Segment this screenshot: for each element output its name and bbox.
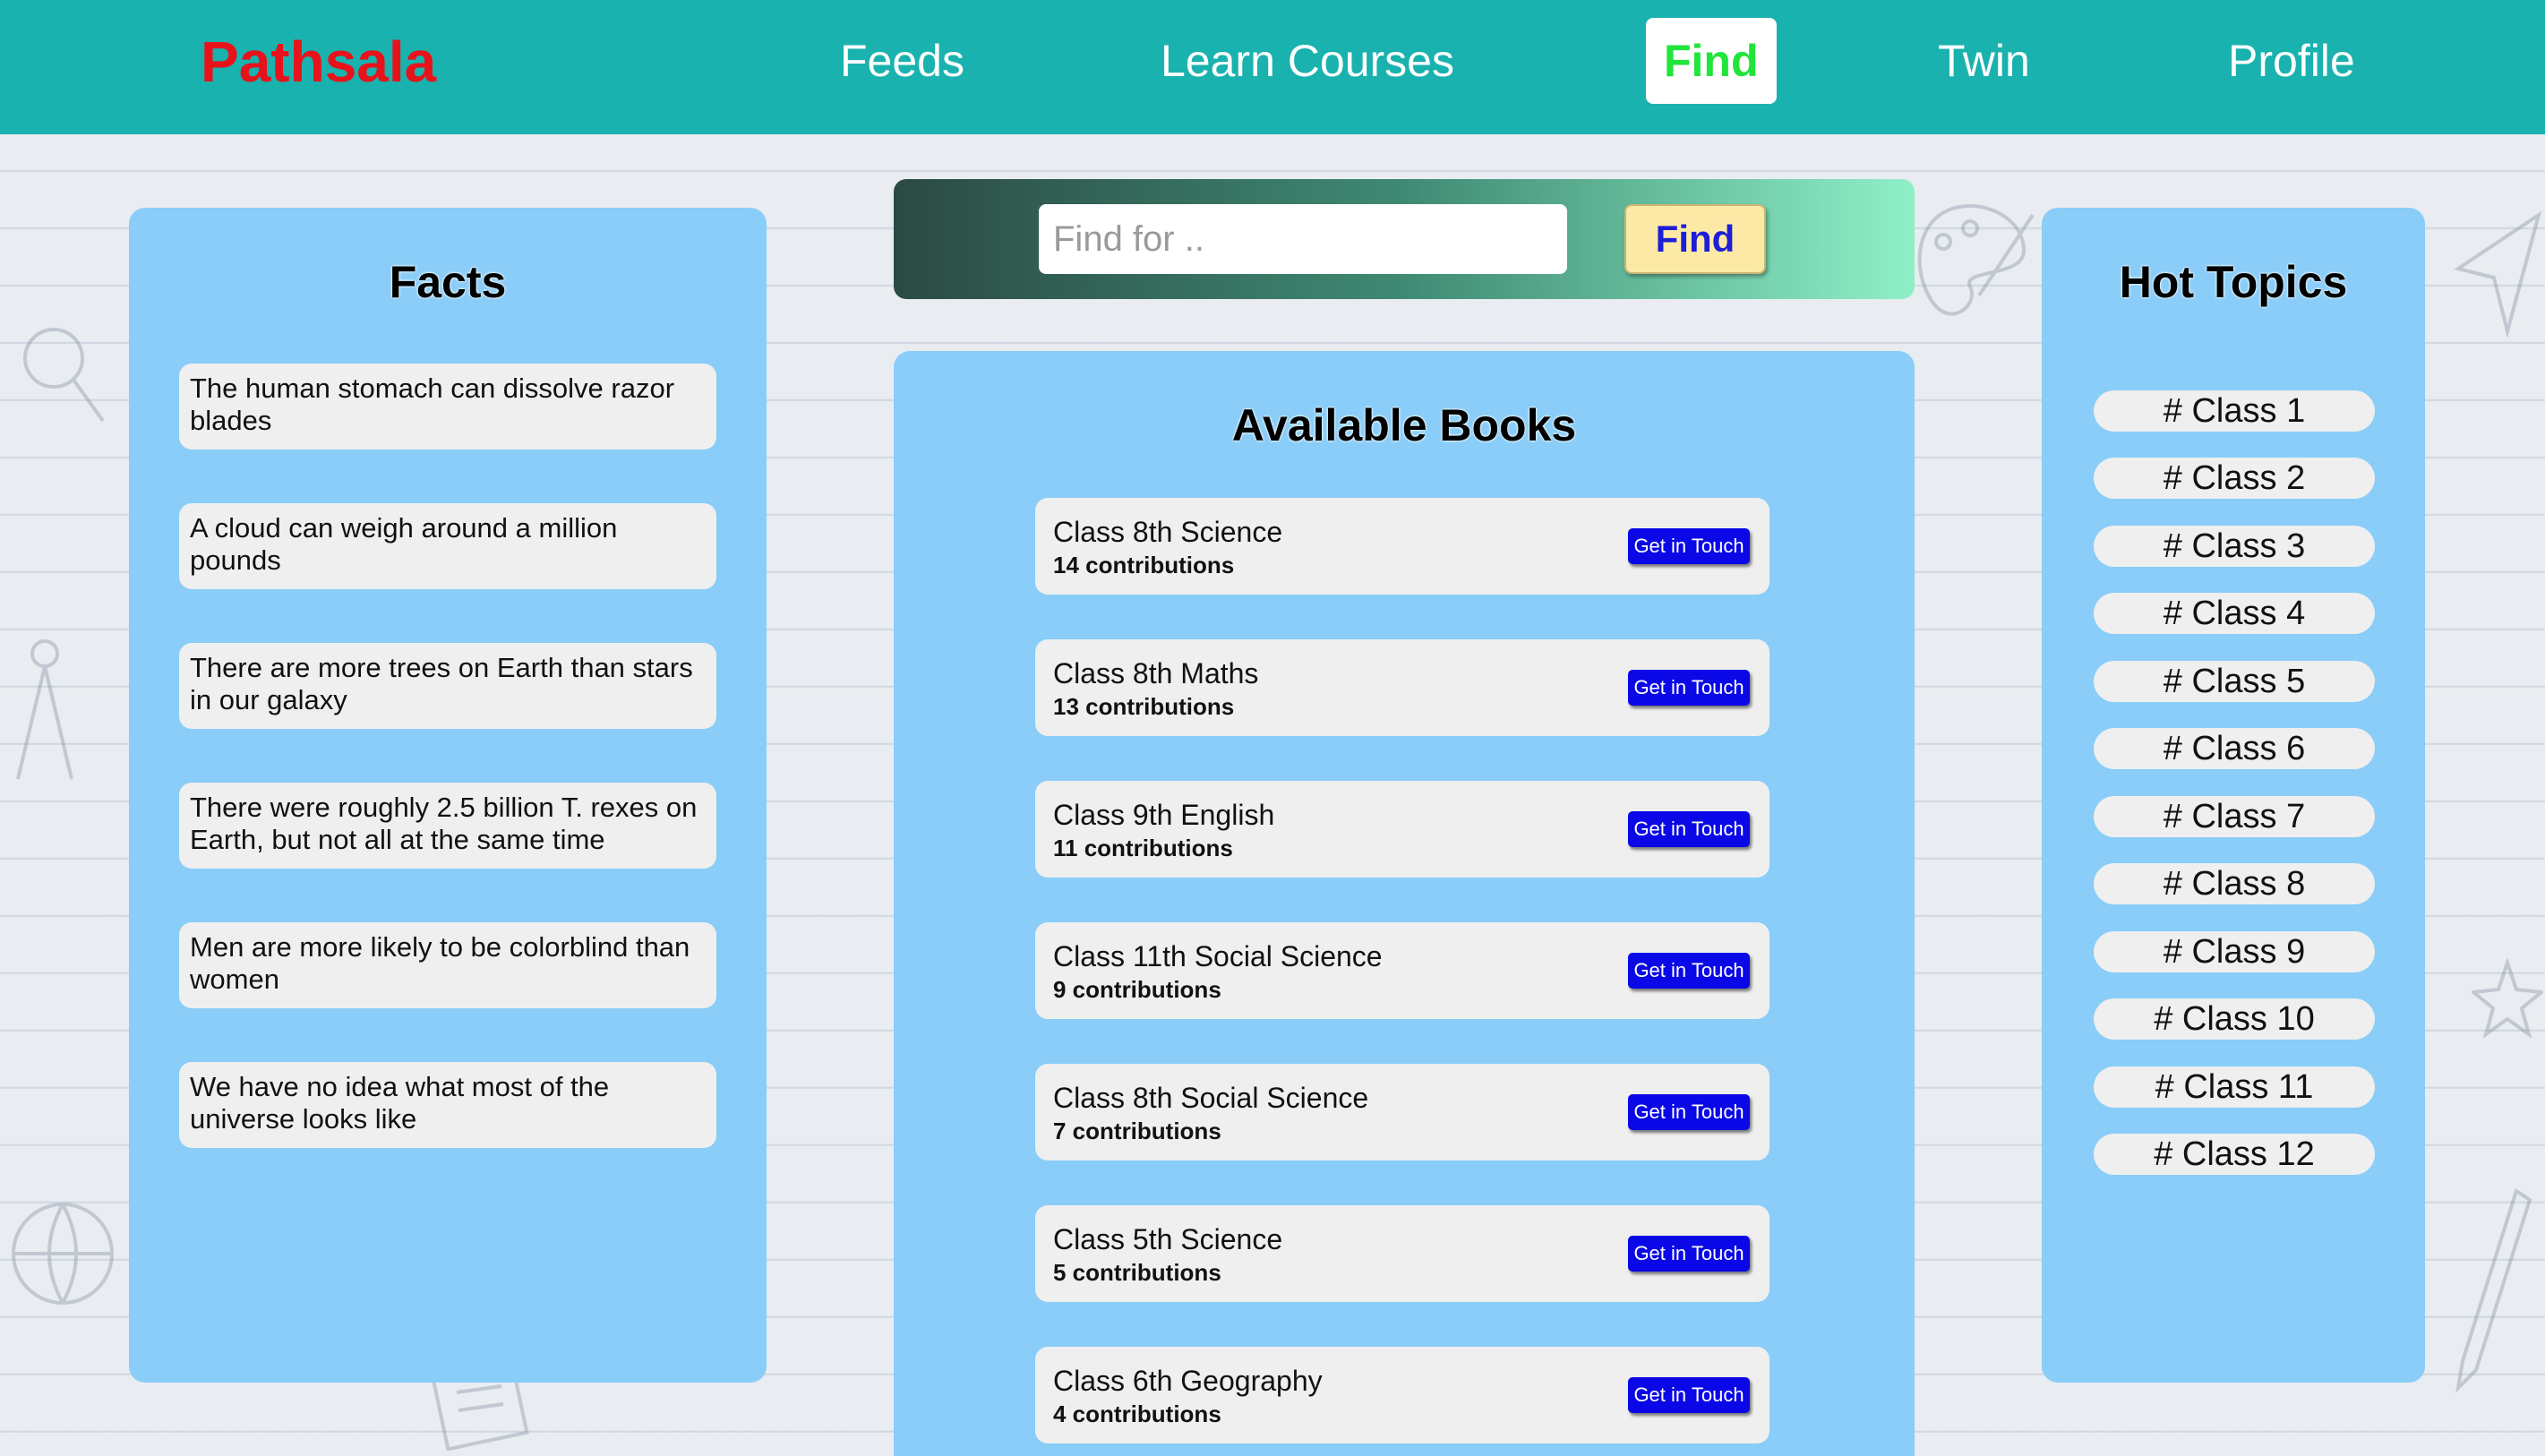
- plane-doodle-icon: [2454, 206, 2543, 345]
- book-card: Class 8th Maths 13 contributions Get in …: [1035, 639, 1770, 736]
- book-card: Class 8th Social Science 7 contributions…: [1035, 1064, 1770, 1161]
- compass-doodle-icon: [9, 627, 81, 792]
- book-contributions: 4 contributions: [1053, 1400, 1221, 1427]
- get-in-touch-button[interactable]: Get in Touch: [1628, 811, 1750, 847]
- book-title: Class 9th English: [1053, 799, 1275, 831]
- hot-topics-title: Hot Topics: [2119, 257, 2348, 307]
- brand-logo-text[interactable]: Pathsala: [201, 29, 436, 95]
- get-in-touch-button[interactable]: Get in Touch: [1628, 1094, 1750, 1130]
- book-title: Class 8th Social Science: [1053, 1082, 1369, 1114]
- topic-tag[interactable]: # Class 3: [2094, 526, 2375, 567]
- book-title: Class 5th Science: [1053, 1223, 1283, 1255]
- fact-item: There were roughly 2.5 billion T. rexes …: [179, 783, 716, 869]
- book-contributions: 13 contributions: [1053, 693, 1235, 720]
- topic-tag[interactable]: # Class 7: [2094, 796, 2375, 837]
- nav-profile[interactable]: Profile: [2228, 18, 2355, 104]
- find-button[interactable]: Find: [1624, 204, 1766, 274]
- topic-tag[interactable]: # Class 10: [2094, 998, 2375, 1040]
- book-contributions: 5 contributions: [1053, 1259, 1221, 1286]
- get-in-touch-button[interactable]: Get in Touch: [1628, 528, 1750, 564]
- topic-tag[interactable]: # Class 11: [2094, 1066, 2375, 1108]
- topic-tag[interactable]: # Class 4: [2094, 593, 2375, 634]
- book-title: Class 11th Social Science: [1053, 940, 1383, 972]
- get-in-touch-button[interactable]: Get in Touch: [1628, 1377, 1750, 1413]
- topic-tag[interactable]: # Class 9: [2094, 931, 2375, 972]
- nav-find[interactable]: Find: [1646, 18, 1777, 104]
- nav-learn-courses[interactable]: Learn Courses: [1161, 18, 1454, 104]
- star-doodle-icon: [2469, 956, 2545, 1043]
- get-in-touch-button[interactable]: Get in Touch: [1628, 670, 1750, 706]
- book-title: Class 8th Maths: [1053, 657, 1259, 689]
- topic-tag[interactable]: # Class 2: [2094, 458, 2375, 499]
- nav-twin[interactable]: Twin: [1938, 18, 2030, 104]
- book-contributions: 7 contributions: [1053, 1118, 1221, 1144]
- book-contributions: 14 contributions: [1053, 552, 1235, 578]
- fact-item: The human stomach can dissolve razor bla…: [179, 364, 716, 450]
- facts-title: Facts: [389, 257, 507, 307]
- hot-topics-panel: Hot Topics # Class 1 # Class 2 # Class 3…: [2042, 208, 2425, 1383]
- book-title: Class 6th Geography: [1053, 1365, 1323, 1397]
- nav-feeds[interactable]: Feeds: [840, 18, 964, 104]
- palette-doodle-icon: [1898, 197, 2042, 336]
- magnifier-doodle-icon: [18, 322, 107, 443]
- topic-tag[interactable]: # Class 5: [2094, 661, 2375, 702]
- get-in-touch-button[interactable]: Get in Touch: [1628, 1236, 1750, 1272]
- ball-doodle-icon: [9, 1191, 116, 1321]
- fact-item: We have no idea what most of the univers…: [179, 1062, 716, 1148]
- get-in-touch-button[interactable]: Get in Touch: [1628, 953, 1750, 989]
- fact-item: There are more trees on Earth than stars…: [179, 643, 716, 729]
- book-contributions: 9 contributions: [1053, 976, 1221, 1003]
- topic-tag[interactable]: # Class 12: [2094, 1134, 2375, 1175]
- books-panel: Available Books Class 8th Science 14 con…: [894, 351, 1915, 1456]
- book-card: Class 8th Science 14 contributions Get i…: [1035, 498, 1770, 595]
- pen-doodle-icon: [2445, 1182, 2534, 1401]
- topic-tag[interactable]: # Class 6: [2094, 728, 2375, 769]
- books-title: Available Books: [1231, 400, 1577, 450]
- book-card: Class 5th Science 5 contributions Get in…: [1035, 1205, 1770, 1302]
- book-card: Class 11th Social Science 9 contribution…: [1035, 922, 1770, 1019]
- book-title: Class 8th Science: [1053, 516, 1283, 548]
- fact-item: A cloud can weigh around a million pound…: [179, 503, 716, 589]
- topic-tag[interactable]: # Class 1: [2094, 390, 2375, 432]
- facts-panel: Facts The human stomach can dissolve raz…: [129, 208, 767, 1383]
- book-card: Class 6th Geography 4 contributions Get …: [1035, 1347, 1770, 1443]
- book-contributions: 11 contributions: [1053, 835, 1233, 861]
- fact-item: Men are more likely to be colorblind tha…: [179, 922, 716, 1008]
- search-bar: Find: [894, 179, 1915, 299]
- topic-tag[interactable]: # Class 8: [2094, 863, 2375, 904]
- book-card: Class 9th English 11 contributions Get i…: [1035, 781, 1770, 878]
- top-navbar: Pathsala Feeds Learn Courses Find Twin P…: [0, 0, 2545, 134]
- search-input[interactable]: [1039, 204, 1567, 274]
